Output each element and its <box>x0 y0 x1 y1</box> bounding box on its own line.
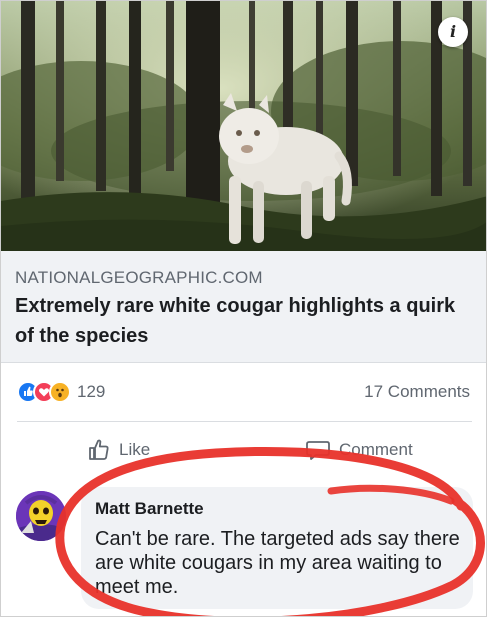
forest-cougar-image <box>1 1 486 251</box>
thumbs-up-icon <box>89 439 109 460</box>
link-title[interactable]: Extremely rare white cougar highlights a… <box>15 291 470 351</box>
reactions-summary[interactable]: 129 <box>17 381 105 403</box>
comment-text: Can't be rare. The targeted ads say ther… <box>95 528 460 598</box>
like-label: Like <box>119 440 151 459</box>
post-photo[interactable]: i <box>1 1 486 251</box>
reaction-count: 129 <box>77 382 106 401</box>
comments-count[interactable]: 17 Comments <box>364 382 470 402</box>
link-domain: NATIONALGEOGRAPHIC.COM <box>15 268 263 287</box>
skull-character-avatar-icon <box>16 491 66 541</box>
actions-divider <box>17 421 472 422</box>
comment-label: Comment <box>339 440 413 459</box>
post-actions: Like Comment <box>1 426 486 476</box>
comment-author[interactable]: Matt Barnette <box>95 499 204 519</box>
comment-item: Matt Barnette Can't be rare. The targete… <box>1 479 486 616</box>
info-icon[interactable]: i <box>438 17 468 47</box>
avatar[interactable] <box>16 491 66 541</box>
post-card: i NATIONALGEOGRAPHIC.COM Extremely rare … <box>0 0 487 617</box>
comment-bubble: Matt Barnette Can't be rare. The targete… <box>81 487 473 609</box>
comment-button[interactable]: Comment <box>305 438 413 462</box>
stats-row: 129 17 Comments <box>1 363 486 421</box>
like-button[interactable]: Like <box>87 438 150 462</box>
wow-reaction-icon <box>49 381 71 403</box>
link-preview[interactable]: NATIONALGEOGRAPHIC.COM Extremely rare wh… <box>1 251 486 363</box>
comment-bubble-icon <box>306 441 330 460</box>
